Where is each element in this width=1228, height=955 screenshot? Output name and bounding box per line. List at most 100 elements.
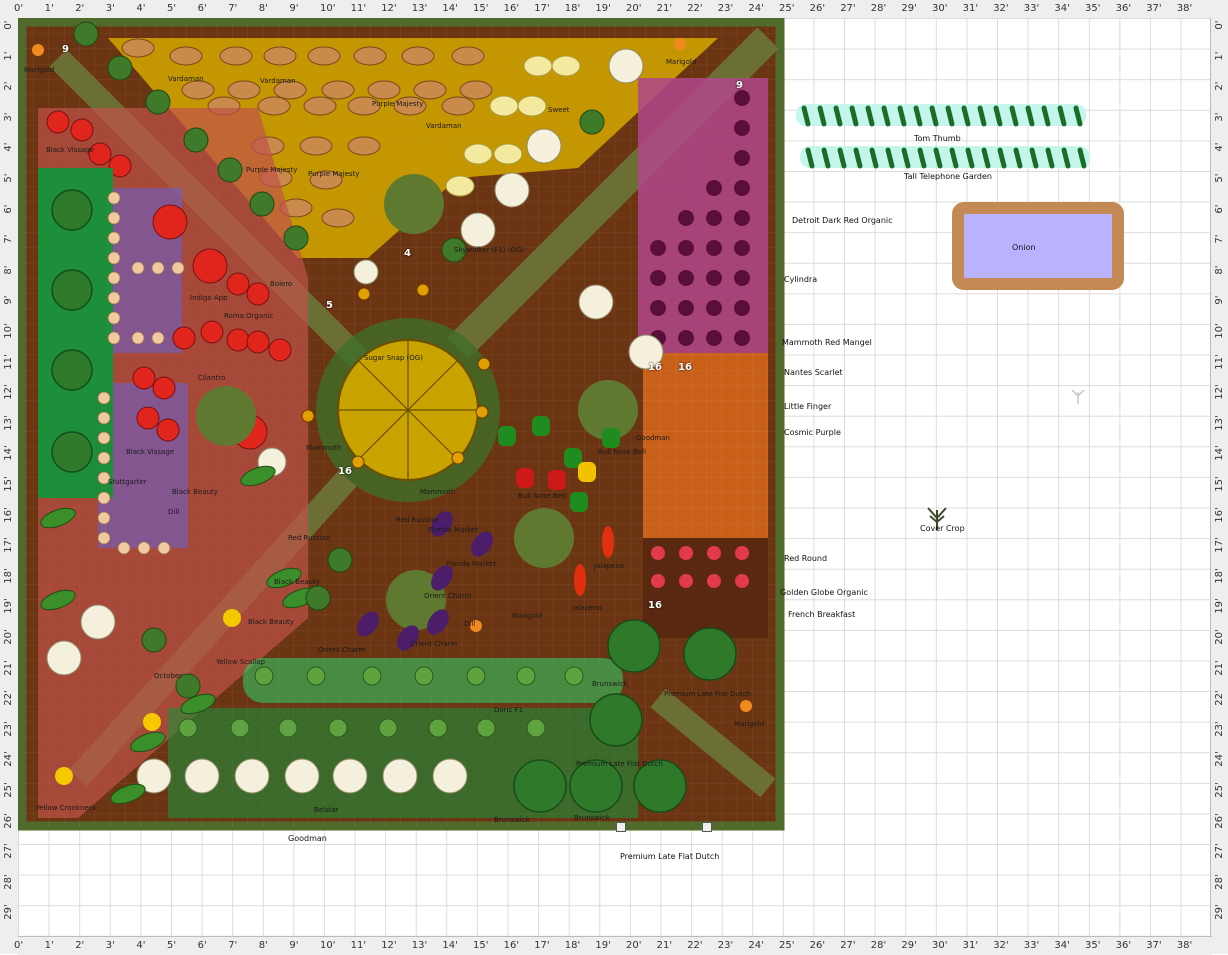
ruler-tick: 18' <box>564 940 581 951</box>
plot-label: Red Russian <box>396 516 439 524</box>
ruler-tick: 21' <box>656 3 673 14</box>
plot-label: Belstar <box>314 806 339 814</box>
ruler-tick: 15' <box>473 940 489 951</box>
ruler-tick: 20' <box>3 629 14 645</box>
ruler-bottom: 0' 1' 2' 3' 4' 5' 6' 7' 8' 9' 10' 11' 12' 13' 14' 15' 16… <box>14 936 1212 955</box>
plant-label-golden-globe: Golden Globe Organic <box>780 588 868 597</box>
ruler-tick: 30' <box>932 3 948 14</box>
ruler-tick: 5' <box>167 3 177 14</box>
ruler-tick: 21' <box>1214 659 1225 676</box>
ruler-tick: 6' <box>197 3 207 14</box>
ruler-tick: 21' <box>656 940 673 951</box>
ruler-tick: 23' <box>717 3 734 14</box>
ruler-tick: 3' <box>1214 112 1225 122</box>
ruler-tick: 7' <box>1214 234 1225 244</box>
onion-rect[interactable] <box>952 202 1124 290</box>
plant-label-nantes: Nantes Scarlet <box>784 368 843 377</box>
plot-label: Black Beauty <box>248 618 294 626</box>
ruler-tick: 37' <box>1146 3 1162 14</box>
ruler-tick: 20' <box>626 940 642 951</box>
ruler-tick: 18' <box>1214 568 1225 584</box>
ruler-tick: 13' <box>3 415 14 431</box>
ruler-tick: 25' <box>1214 782 1225 798</box>
stake-marker[interactable] <box>616 822 626 832</box>
ruler-tick: 38' <box>1176 3 1193 14</box>
ruler-tick: 15' <box>1214 476 1225 492</box>
ruler-tick: 16' <box>503 3 520 14</box>
plot-label: Yellow Crookneck <box>36 804 97 812</box>
plot-label: Cilantro <box>198 374 226 382</box>
plant-label-french-breakfast: French Breakfast <box>788 610 856 619</box>
ruler-tick: 12' <box>381 940 397 951</box>
ruler-tick: 10' <box>3 323 14 339</box>
plant-count: 16 <box>678 362 692 373</box>
ruler-tick: 27' <box>1214 843 1225 859</box>
plant-label-goodman: Goodman <box>288 834 327 843</box>
plot-label: Sugar Snap (OG) <box>364 354 423 362</box>
ruler-tick: 36' <box>1115 3 1132 14</box>
ruler-tick: 20' <box>626 3 642 14</box>
ruler-tick: 32' <box>993 940 1009 951</box>
ruler-tick: 2' <box>1214 81 1225 91</box>
plant-label-tall-telephone: Tall Telephone Garden <box>904 172 992 181</box>
ruler-tick: 1' <box>1214 51 1225 61</box>
plot-label: Goodman <box>636 434 670 442</box>
ruler-tick: 29' <box>901 940 917 951</box>
ruler-tick: 31' <box>962 940 979 951</box>
ruler-tick: 28' <box>1214 874 1225 890</box>
ruler-right: 0' 1' 2' 3' 4' 5' 6' 7' 8' 9' 10' 11' 12' 13' 14' 15' 16… <box>1210 18 1228 936</box>
ruler-tick: 28' <box>870 3 887 14</box>
ruler-tick: 3' <box>3 112 14 122</box>
ruler-tick: 13' <box>1214 415 1225 431</box>
ruler-tick: 15' <box>473 3 489 14</box>
ruler-tick: 1' <box>44 3 54 14</box>
ruler-tick: 20' <box>1214 629 1225 645</box>
plant-count: 4 <box>404 248 411 259</box>
ruler-tick: 26' <box>809 3 826 14</box>
plot-label: Doric F1 <box>494 706 524 714</box>
ruler-tick: 22' <box>687 3 703 14</box>
plot-label: Orient Charm <box>424 592 472 600</box>
ruler-tick: 1' <box>44 940 54 951</box>
ruler-tick: 2' <box>75 940 85 951</box>
ruler-tick: 18' <box>564 3 581 14</box>
stake-marker[interactable] <box>702 822 712 832</box>
ruler-tick: 19' <box>1214 598 1225 615</box>
ruler-tick: 29' <box>901 3 917 14</box>
ruler-tick: 14' <box>3 445 14 462</box>
ruler-tick: 8' <box>1214 265 1225 275</box>
ruler-tick: 4' <box>136 940 146 951</box>
ruler-corner <box>1210 936 1228 954</box>
ruler-tick: 7' <box>228 3 238 14</box>
plot-label: Bolero <box>270 280 293 288</box>
ruler-tick: 22' <box>3 690 14 706</box>
garden-canvas[interactable]: 9 9 16 16 16 4 5 16 Marigold Marigold Ma… <box>18 18 1210 936</box>
ruler-tick: 32' <box>993 3 1009 14</box>
plot-label: Skywalker (F1) (OG) <box>454 246 525 254</box>
shrub <box>514 508 574 568</box>
plot-label: Purple Majesty <box>246 166 298 174</box>
plot-label: Yellow Scallop <box>216 658 265 666</box>
ruler-tick: 8' <box>258 940 268 951</box>
ruler-tick: 9' <box>289 940 299 951</box>
ruler-top: 0' 1' 2' 3' 4' 5' 6' 7' 8' 9' 10' 11' 12' 13' 14' 15' 16… <box>14 0 1212 19</box>
plot-label: Black Vissage <box>46 146 95 154</box>
ruler-tick: 11' <box>350 940 367 951</box>
ruler-tick: 26' <box>3 812 14 829</box>
ruler-tick: 5' <box>1214 173 1225 183</box>
ruler-tick: 0' <box>3 20 14 30</box>
plot-label: Florida Market <box>446 560 497 568</box>
ruler-tick: 12' <box>3 384 14 400</box>
ruler-tick: 9' <box>1214 295 1225 305</box>
ruler-tick: 1' <box>3 51 14 61</box>
plot-label: Bull Nose Bell <box>518 492 567 500</box>
plot-label: Purple Majesty <box>308 170 360 178</box>
ruler-tick: 5' <box>3 173 14 183</box>
ruler-tick: 19' <box>3 598 14 615</box>
plant-label-little-finger: Little Finger <box>784 402 832 411</box>
ruler-tick: 17' <box>1214 537 1225 553</box>
ruler-tick: 26' <box>809 940 826 951</box>
plant-label-tom-thumb: Tom Thumb <box>914 134 961 143</box>
ruler-tick: 34' <box>1054 940 1070 951</box>
ruler-tick: 2' <box>75 3 85 14</box>
